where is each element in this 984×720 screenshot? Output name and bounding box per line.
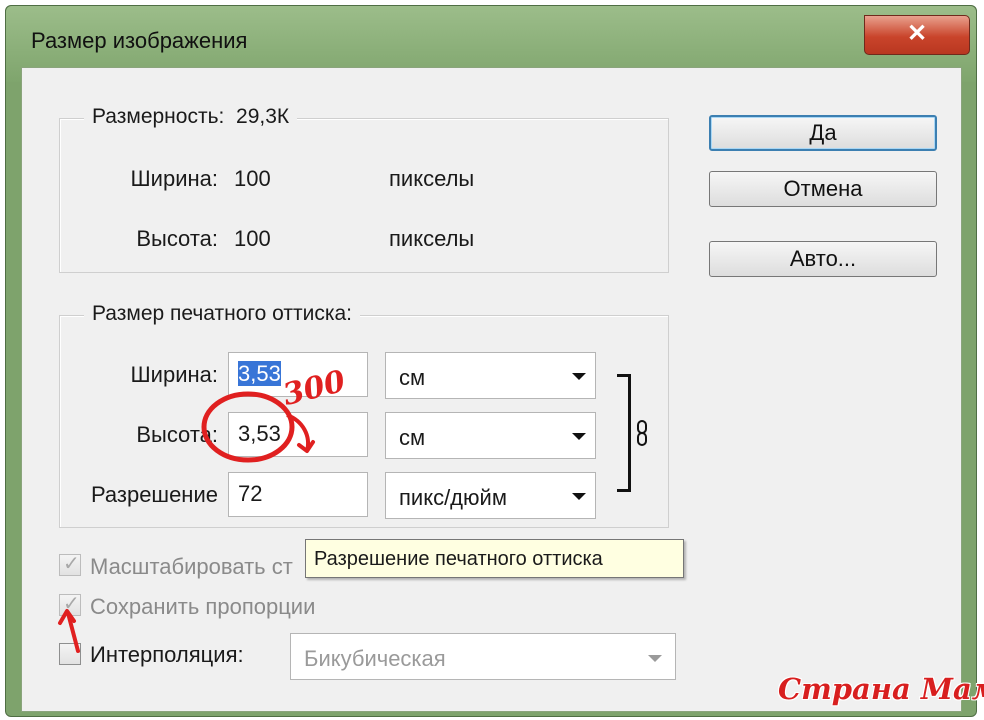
tooltip-text: Разрешение печатного оттиска [314,548,603,570]
chevron-down-icon [572,493,586,500]
constrain-bracket [617,374,631,492]
print-width-unit-select[interactable]: см [385,352,596,399]
constrain-proportions-label: Сохранить пропорции [90,594,316,619]
resolution-unit: пикс/дюйм [399,485,507,510]
pixel-height-label: Высота: [136,226,218,251]
resample-label: Интерполяция: [90,642,244,667]
chevron-down-icon [572,373,586,380]
scale-styles-label: Масштабировать ст [90,554,293,579]
pixel-height-value: 100 [234,226,271,251]
watermark: Страна Мам [778,672,984,706]
resolution-tooltip: Разрешение печатного оттиска [305,539,684,578]
resample-method-select[interactable]: Бикубическая [290,633,676,680]
resample-method: Бикубическая [304,646,446,671]
ok-button[interactable]: Да [709,115,937,151]
document-size-legend: Размер печатного оттиска: [84,302,360,326]
checkmark-icon: ✓ [63,553,80,575]
image-size-dialog: Размер изображения ✕ Размерность: 29,3К … [5,5,977,717]
scale-styles-checkbox[interactable]: ✓ [59,553,81,576]
dialog-title: Размер изображения [31,28,248,53]
cancel-button[interactable]: Отмена [709,171,937,207]
print-width-value: 3,53 [238,361,281,386]
print-height-unit: см [399,425,426,450]
chevron-down-icon [648,655,662,662]
chain-link-icon [637,420,647,446]
pixel-width-label: Ширина: [130,166,218,191]
resolution-unit-select[interactable]: пикс/дюйм [385,472,596,519]
resolution-label: Разрешение [90,482,218,507]
pixel-width-unit: пикселы [389,166,475,191]
print-height-value: 3,53 [238,421,281,446]
resolution-value: 72 [238,481,263,506]
close-button[interactable]: ✕ [864,15,970,55]
chevron-down-icon [572,433,586,440]
dialog-body: Размерность: 29,3К Ширина: 100 пикселы В… [21,67,962,712]
print-height-input[interactable]: 3,53 [228,412,368,457]
print-height-label: Высота: [136,422,218,447]
pixel-width-value: 100 [234,166,271,191]
pixel-dimensions-legend: Размерность: 29,3К [84,105,298,129]
print-width-label: Ширина: [130,362,218,387]
auto-button[interactable]: Авто... [709,241,937,277]
pixel-dimensions-size: 29,3К [236,105,290,128]
pixel-height-unit: пикселы [389,226,475,251]
print-width-unit: см [399,365,426,390]
close-icon: ✕ [906,20,928,47]
print-height-unit-select[interactable]: см [385,412,596,459]
resolution-input[interactable]: 72 [228,472,368,517]
annotation-arrow-icon [58,609,80,653]
